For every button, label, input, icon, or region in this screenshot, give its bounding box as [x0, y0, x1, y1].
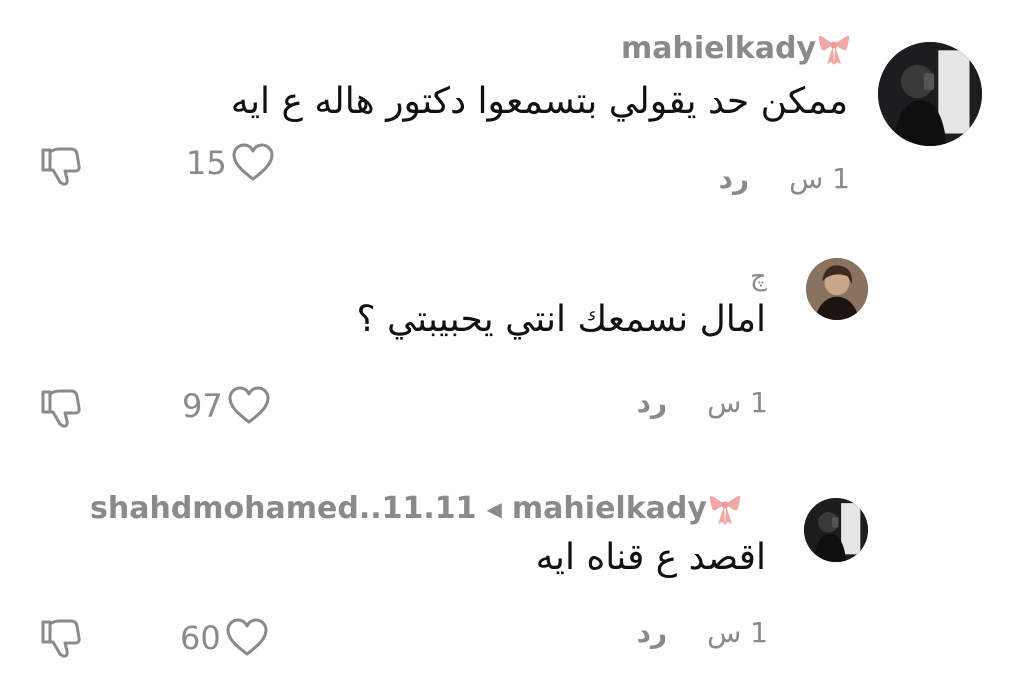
dislike-icon[interactable] — [38, 616, 82, 660]
comment-meta: 1 س رد — [719, 162, 850, 195]
heart-icon[interactable] — [225, 618, 269, 658]
reply-button[interactable]: رد — [719, 162, 750, 195]
dislike-icon[interactable] — [38, 386, 82, 430]
like-count: 15 — [186, 144, 227, 182]
comment-text: ممكن حد يقولي بتسمعوا دكتور هاله ع ايه — [230, 81, 848, 122]
reply-button[interactable]: رد — [637, 386, 668, 419]
heart-icon[interactable] — [231, 143, 275, 183]
reply-button[interactable]: رد — [637, 616, 668, 649]
comment-item: چ امال نسمعك انتي يحبيبتي ؟ 1 س رد 97 — [0, 240, 1020, 440]
comment-text: امال نسمعك انتي يحبيبتي ؟ — [356, 299, 766, 340]
comment-text: اقصد ع قناه ايه — [535, 537, 766, 578]
username[interactable]: mahielkady — [621, 30, 816, 68]
like-count: 97 — [182, 387, 223, 425]
comment-item: mahielkady ممكن حد يقولي بتسمعوا دكتور ه… — [0, 0, 1020, 220]
user-photo-icon — [878, 42, 982, 146]
username[interactable]: چ — [750, 262, 767, 292]
pink-bow-icon — [818, 32, 850, 66]
like-control[interactable]: 97 — [182, 386, 271, 426]
reply-header: shahdmohamed..11.11 ◀ mahielkady — [90, 490, 741, 528]
avatar[interactable] — [804, 498, 868, 562]
avatar[interactable] — [806, 258, 868, 320]
comment-meta: 1 س رد — [637, 386, 768, 419]
avatar[interactable] — [878, 42, 982, 146]
comment-item: shahdmohamed..11.11 ◀ mahielkady اقصد ع … — [0, 470, 1020, 678]
timestamp: 1 س — [707, 386, 768, 419]
user-photo-icon — [806, 258, 868, 320]
timestamp: 1 س — [707, 616, 768, 649]
comment-header: mahielkady — [621, 30, 850, 68]
like-control[interactable]: 15 — [186, 143, 275, 183]
reply-to-username[interactable]: shahdmohamed..11.11 — [90, 490, 477, 528]
like-count: 60 — [180, 619, 221, 657]
comment-meta: 1 س رد — [637, 616, 768, 649]
like-control[interactable]: 60 — [180, 618, 269, 658]
username[interactable]: mahielkady — [512, 490, 707, 528]
reply-arrow-icon: ◀ — [486, 497, 502, 521]
heart-icon[interactable] — [227, 386, 271, 426]
timestamp: 1 س — [789, 162, 850, 195]
pink-bow-icon — [709, 492, 741, 526]
dislike-icon[interactable] — [38, 144, 82, 188]
user-photo-icon — [804, 498, 868, 562]
